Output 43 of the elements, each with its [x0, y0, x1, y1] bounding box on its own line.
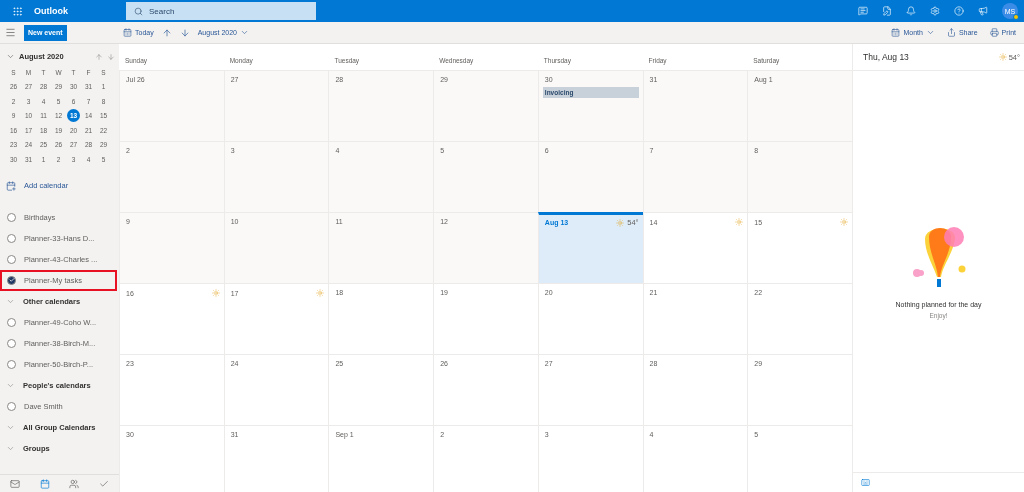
people-icon[interactable]	[69, 478, 80, 489]
menu-icon[interactable]	[5, 27, 16, 38]
settings-icon[interactable]	[930, 6, 940, 16]
sun-icon	[316, 289, 325, 297]
chat-icon[interactable]	[858, 6, 868, 16]
printer-icon	[989, 28, 999, 37]
calendar-checkbox[interactable]	[7, 212, 16, 222]
calendar-checkbox[interactable]	[7, 254, 16, 264]
chevron-down-icon	[925, 28, 935, 37]
sun-icon	[211, 289, 220, 297]
calendar-checkbox[interactable]	[7, 317, 16, 327]
sun-icon	[840, 218, 848, 226]
search-field[interactable]: Search	[126, 2, 316, 20]
note-icon[interactable]	[882, 6, 892, 16]
sun-icon	[998, 53, 1007, 61]
bell-icon[interactable]	[906, 6, 916, 16]
app-name[interactable]: Outlook	[34, 6, 126, 16]
keyboard-icon[interactable]	[861, 478, 870, 487]
calendar-icon	[891, 28, 901, 37]
sun-icon	[616, 218, 625, 227]
calendar-checkbox[interactable]	[7, 338, 16, 348]
share-icon	[946, 28, 956, 37]
calendar-icon[interactable]	[39, 478, 50, 489]
megaphone-icon[interactable]	[978, 6, 988, 16]
help-icon[interactable]	[954, 6, 964, 16]
check-icon[interactable]	[99, 478, 110, 489]
calendar-checkbox[interactable]	[7, 275, 16, 285]
sun-icon	[735, 218, 744, 226]
up-arrow-icon[interactable]	[95, 52, 103, 61]
calendar-checkbox[interactable]	[7, 359, 16, 369]
calendar-icon	[123, 28, 132, 37]
chevron-down-icon[interactable]	[6, 52, 15, 61]
calendar-checkbox[interactable]	[7, 233, 16, 243]
search-icon	[134, 6, 143, 16]
up-arrow-icon	[161, 27, 172, 38]
calendar-plus-icon	[6, 180, 16, 191]
calendar-checkbox[interactable]	[7, 401, 16, 411]
mail-icon[interactable]	[9, 478, 20, 489]
down-arrow-icon[interactable]	[107, 52, 115, 61]
day-panel-title: Thu, Aug 13	[863, 52, 910, 62]
chevron-down-icon	[240, 28, 249, 37]
down-arrow-icon	[179, 27, 190, 38]
app-launcher-icon[interactable]	[11, 5, 23, 17]
